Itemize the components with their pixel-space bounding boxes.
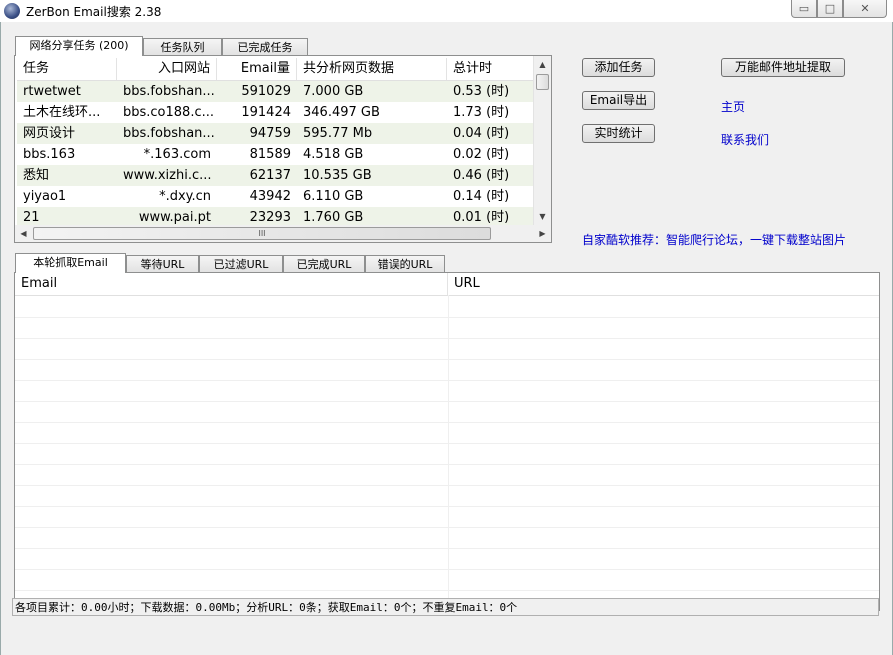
app-globe-icon xyxy=(4,3,20,19)
scroll-down-arrow-icon[interactable]: ▼ xyxy=(534,208,551,225)
contact-link[interactable]: 联系我们 xyxy=(721,131,769,148)
scroll-left-arrow-icon[interactable]: ◀ xyxy=(15,225,32,242)
col-data-analyzed[interactable]: 共分析网页数据 xyxy=(297,58,447,80)
status-bar: 各项目累计：0.00小时；下载数据：0.00Mb；分析URL：0条；获取Emai… xyxy=(12,598,879,616)
grid-line xyxy=(15,548,879,549)
col-email-count[interactable]: Email量 xyxy=(217,58,297,80)
email-grid-panel: Email URL xyxy=(14,272,880,611)
tab-captured-emails[interactable]: 本轮抓取Email xyxy=(15,253,126,273)
promo-link[interactable]: 自家酷软推荐：智能爬行论坛，一键下载整站图片 xyxy=(582,231,846,248)
close-button[interactable]: ✕ xyxy=(843,0,887,18)
task-list-vscrollbar[interactable]: ▲ ▼ xyxy=(533,56,551,225)
add-task-button[interactable]: 添加任务 xyxy=(582,58,655,77)
task-list-hscrollbar[interactable]: ◀ III ▶ xyxy=(15,225,551,242)
grid-line xyxy=(15,464,879,465)
tab-error-url[interactable]: 错误的URL xyxy=(365,255,445,273)
table-row[interactable]: 土木在线环... bbs.co188.c... 191424 346.497 G… xyxy=(17,102,549,123)
col-entry-site[interactable]: 入口网站 xyxy=(117,58,217,80)
grid-line xyxy=(15,506,879,507)
tab-completed-url[interactable]: 已完成URL xyxy=(283,255,365,273)
grid-line xyxy=(15,590,879,591)
email-export-button[interactable]: Email导出 xyxy=(582,91,655,110)
grid-line xyxy=(15,359,879,360)
window-title: ZerBon Email搜索 2.38 xyxy=(26,5,162,19)
grid-line xyxy=(15,569,879,570)
task-list-panel: 任务 入口网站 Email量 共分析网页数据 总计时 rtwetwet bbs.… xyxy=(14,55,552,243)
task-table-header: 任务 入口网站 Email量 共分析网页数据 总计时 xyxy=(17,58,549,81)
tab-filtered-url[interactable]: 已过滤URL xyxy=(199,255,283,273)
table-row[interactable]: 悉知 www.xizhi.c... 62137 10.535 GB 0.46 (… xyxy=(17,165,549,186)
grid-line xyxy=(15,317,879,318)
col-email[interactable]: Email xyxy=(15,273,448,295)
vscroll-thumb[interactable] xyxy=(536,74,549,90)
close-icon: ✕ xyxy=(860,2,870,15)
grid-line xyxy=(15,527,879,528)
tab-task-queue[interactable]: 任务队列 xyxy=(143,38,222,56)
tab-completed-tasks[interactable]: 已完成任务 xyxy=(222,38,308,56)
maximize-button[interactable]: □ xyxy=(817,0,843,18)
grid-line xyxy=(15,338,879,339)
col-url[interactable]: URL xyxy=(448,273,879,295)
minimize-icon: ▭ xyxy=(798,2,810,15)
table-row[interactable]: rtwetwet bbs.fobshan... 591029 7.000 GB … xyxy=(17,81,549,102)
universal-extract-button[interactable]: 万能邮件地址提取 xyxy=(721,58,845,77)
realtime-stats-button[interactable]: 实时统计 xyxy=(582,124,655,143)
col-task[interactable]: 任务 xyxy=(17,58,117,80)
hscroll-thumb[interactable]: III xyxy=(33,227,491,240)
scroll-up-arrow-icon[interactable]: ▲ xyxy=(534,56,551,73)
tab-shared-tasks[interactable]: 网络分享任务 (200) xyxy=(15,36,143,56)
grid-divider xyxy=(448,295,449,610)
grid-line xyxy=(15,422,879,423)
grid-line xyxy=(15,485,879,486)
grid-line xyxy=(15,401,879,402)
home-link[interactable]: 主页 xyxy=(721,98,745,115)
table-row[interactable]: bbs.163 *.163.com 81589 4.518 GB 0.02 (时… xyxy=(17,144,549,165)
table-row[interactable]: yiyao1 *.dxy.cn 43942 6.110 GB 0.14 (时) xyxy=(17,186,549,207)
email-grid-header: Email URL xyxy=(15,273,879,296)
maximize-icon: □ xyxy=(824,2,836,15)
table-row[interactable]: 21 www.pai.pt 23293 1.760 GB 0.01 (时) xyxy=(17,207,549,225)
scroll-right-arrow-icon[interactable]: ▶ xyxy=(534,225,551,242)
minimize-button[interactable]: ▭ xyxy=(791,0,817,18)
grid-line xyxy=(15,443,879,444)
grid-line xyxy=(15,380,879,381)
title-bar: ZerBon Email搜索 2.38 ▭ □ ✕ xyxy=(0,0,893,22)
table-row[interactable]: 网页设计 bbs.fobshan... 94759 595.77 Mb 0.04… xyxy=(17,123,549,144)
tab-pending-url[interactable]: 等待URL xyxy=(126,255,199,273)
